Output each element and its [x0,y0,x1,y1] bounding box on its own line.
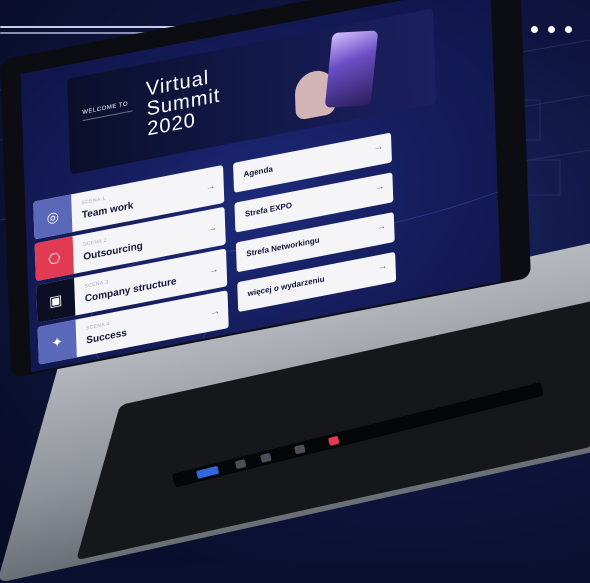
stage-name: Success [86,327,128,347]
company-structure-icon: ▣ [36,277,76,323]
stage-label: SCENA 3 [84,279,109,290]
arrow-right-icon: → [375,220,387,234]
right-card-label: Strefa EXPO [244,200,293,219]
welcome-label: WELCOME TO [82,101,129,117]
arrow-right-icon: → [209,305,221,319]
laptop-screen-area: WELCOME TO Virtual Summit 2020 ◎ SCENA 1… [0,0,590,563]
arrow-right-icon: → [206,222,218,236]
stage-label: SCENA 1 [81,195,106,207]
right-card-label: Agenda [243,164,273,180]
team-icon: ◎ [33,194,73,240]
laptop-bezel: WELCOME TO Virtual Summit 2020 ◎ SCENA 1… [0,0,531,379]
arrow-right-icon: → [377,260,388,274]
arrow-right-icon: → [374,180,385,194]
event-title: Virtual Summit 2020 [146,66,222,141]
stage-label: SCENA 2 [82,237,107,249]
arrow-right-icon: → [205,180,216,194]
outsourcing-icon: ⎔ [34,236,74,282]
app-screen: WELCOME TO Virtual Summit 2020 ◎ SCENA 1… [20,0,501,373]
arrow-right-icon: → [208,263,219,277]
arrow-right-icon: → [373,141,384,154]
success-icon: ✦ [37,319,77,365]
phone-image [324,30,379,108]
right-card-label: więcej o wydarzeniu [247,274,325,299]
stage-label: SCENA 4 [85,320,110,332]
right-card-label: Strefa Networkingu [246,235,320,259]
